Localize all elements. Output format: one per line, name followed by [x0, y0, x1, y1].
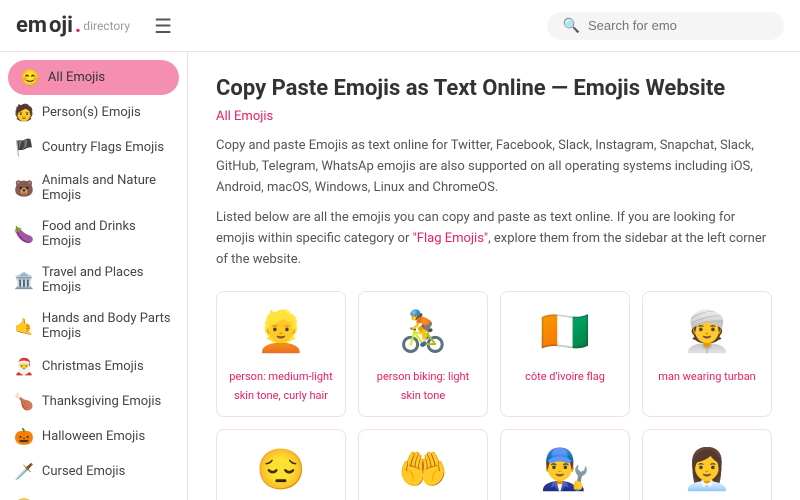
- sidebar-emoji-animals-nature-emojis: 🐻: [14, 179, 34, 198]
- sidebar-item-travel-places-emojis[interactable]: 🏛️ Travel and Places Emojis: [0, 257, 187, 303]
- breadcrumb-link[interactable]: All Emojis: [216, 109, 772, 124]
- emoji-label-3: man wearing turban: [658, 370, 756, 383]
- sidebar-label-animals-nature-emojis: Animals and Nature Emojis: [42, 173, 173, 203]
- search-input[interactable]: [588, 18, 768, 33]
- sidebar-item-halloween-emojis[interactable]: 🎃 Halloween Emojis: [0, 419, 187, 454]
- sidebar-emoji-hands-body-emojis: 🤙: [14, 317, 34, 336]
- description-1: Copy and paste Emojis as text online for…: [216, 136, 772, 198]
- sidebar-item-country-flags-emojis[interactable]: 🏴 Country Flags Emojis: [0, 130, 187, 165]
- emoji-card-5[interactable]: 🤲palms up together: medium-light skin to…: [358, 429, 488, 500]
- emoji-card-6[interactable]: 👨‍🔧mechanic: light skin tone: [500, 429, 630, 500]
- sidebar-item-hands-body-emojis[interactable]: 🤙 Hands and Body Parts Emojis: [0, 303, 187, 349]
- sidebar-emoji-all-emojis: 😊: [20, 68, 40, 87]
- sidebar-item-all-emojis[interactable]: 😊 All Emojis: [8, 60, 179, 95]
- sidebar-emoji-christmas-emojis: 🎅: [14, 357, 34, 376]
- flag-emojis-link[interactable]: "Flag Emojis": [413, 231, 488, 246]
- sidebar-item-cursed-emojis[interactable]: 🗡️ Cursed Emojis: [0, 454, 187, 489]
- sidebar-label-country-flags-emojis: Country Flags Emojis: [42, 140, 164, 155]
- sidebar-emoji-thanksgiving-emojis: 🍗: [14, 392, 34, 411]
- sidebar-emoji-country-flags-emojis: 🏴: [14, 138, 34, 157]
- sidebar-emoji-travel-places-emojis: 🏛️: [14, 271, 34, 290]
- main-layout: 😊 All Emojis 🧑 Person(s) Emojis 🏴 Country Fla…: [0, 52, 800, 500]
- emoji-display-7: 👩‍💼: [651, 446, 763, 493]
- sidebar-item-thanksgiving-emojis[interactable]: 🍗 Thanksgiving Emojis: [0, 384, 187, 419]
- logo-directory: directory: [83, 19, 130, 33]
- page-title: Copy Paste Emojis as Text Online — Emoji…: [216, 76, 772, 101]
- emoji-display-0: 👱: [225, 308, 337, 355]
- sidebar-label-christmas-emojis: Christmas Emojis: [42, 359, 144, 374]
- sidebar-label-hands-body-emojis: Hands and Body Parts Emojis: [42, 311, 173, 341]
- sidebar: 😊 All Emojis 🧑 Person(s) Emojis 🏴 Country Fla…: [0, 52, 188, 500]
- sidebar-item-christmas-emojis[interactable]: 🎅 Christmas Emojis: [0, 349, 187, 384]
- sidebar-item-persons-emojis[interactable]: 🧑 Person(s) Emojis: [0, 95, 187, 130]
- sidebar-label-all-emojis: All Emojis: [48, 70, 105, 85]
- sidebar-emoji-halloween-emojis: 🎃: [14, 427, 34, 446]
- sidebar-emoji-cursed-emojis: 🗡️: [14, 462, 34, 481]
- sidebar-emoji-persons-emojis: 🧑: [14, 103, 34, 122]
- sidebar-item-animals-nature-emojis[interactable]: 🐻 Animals and Nature Emojis: [0, 165, 187, 211]
- content-area: Copy Paste Emojis as Text Online — Emoji…: [188, 52, 800, 500]
- sidebar-item-food-drinks-emojis[interactable]: 🍆 Food and Drinks Emojis: [0, 211, 187, 257]
- emoji-label-0: person: medium-light skin tone, curly ha…: [229, 370, 332, 402]
- description-2: Listed below are all the emojis you can …: [216, 208, 772, 270]
- emoji-card-1[interactable]: 🚴 person biking: light skin tone: [358, 291, 488, 417]
- hamburger-icon[interactable]: ☰: [154, 14, 172, 38]
- emoji-card-4[interactable]: 😔pensive face: [216, 429, 346, 500]
- sidebar-label-travel-places-emojis: Travel and Places Emojis: [42, 265, 173, 295]
- logo-em: em: [16, 13, 47, 38]
- emoji-display-6: 👨‍🔧: [509, 446, 621, 493]
- search-wrapper: 🔍: [547, 12, 784, 40]
- emoji-card-7[interactable]: 👩‍💼office worker: light skin tone: [642, 429, 772, 500]
- sidebar-label-food-drinks-emojis: Food and Drinks Emojis: [42, 219, 173, 249]
- logo: emoji.directory: [16, 13, 130, 38]
- sidebar-items-container: 😊 All Emojis 🧑 Person(s) Emojis 🏴 Country Fla…: [0, 60, 187, 500]
- emoji-display-1: 🚴: [367, 308, 479, 355]
- emoji-display-4: 😔: [225, 446, 337, 493]
- emoji-label-2: côte d'ivoire flag: [525, 370, 605, 383]
- logo-oji: oji: [49, 13, 73, 38]
- emoji-grid: 👱 person: medium-light skin tone, curly h…: [216, 291, 772, 500]
- emoji-card-2[interactable]: 🇨🇮 côte d'ivoire flag: [500, 291, 630, 417]
- emoji-display-5: 🤲: [367, 446, 479, 493]
- emoji-card-3[interactable]: 👳 man wearing turban: [642, 291, 772, 417]
- emoji-label-1: person biking: light skin tone: [377, 370, 469, 402]
- emoji-display-3: 👳: [651, 308, 763, 355]
- sidebar-item-cute-emojis[interactable]: 😊Cute Emojis: [0, 489, 187, 500]
- sidebar-emoji-food-drinks-emojis: 🍆: [14, 225, 34, 244]
- search-icon: 🔍: [563, 18, 580, 34]
- sidebar-label-cursed-emojis: Cursed Emojis: [42, 464, 125, 479]
- sidebar-label-thanksgiving-emojis: Thanksgiving Emojis: [42, 394, 161, 409]
- sidebar-label-halloween-emojis: Halloween Emojis: [42, 429, 145, 444]
- emoji-card-0[interactable]: 👱 person: medium-light skin tone, curly h…: [216, 291, 346, 417]
- emoji-display-2: 🇨🇮: [509, 308, 621, 355]
- logo-dot: .: [75, 13, 81, 38]
- sidebar-label-persons-emojis: Person(s) Emojis: [42, 105, 141, 120]
- topbar: emoji.directory ☰ 🔍: [0, 0, 800, 52]
